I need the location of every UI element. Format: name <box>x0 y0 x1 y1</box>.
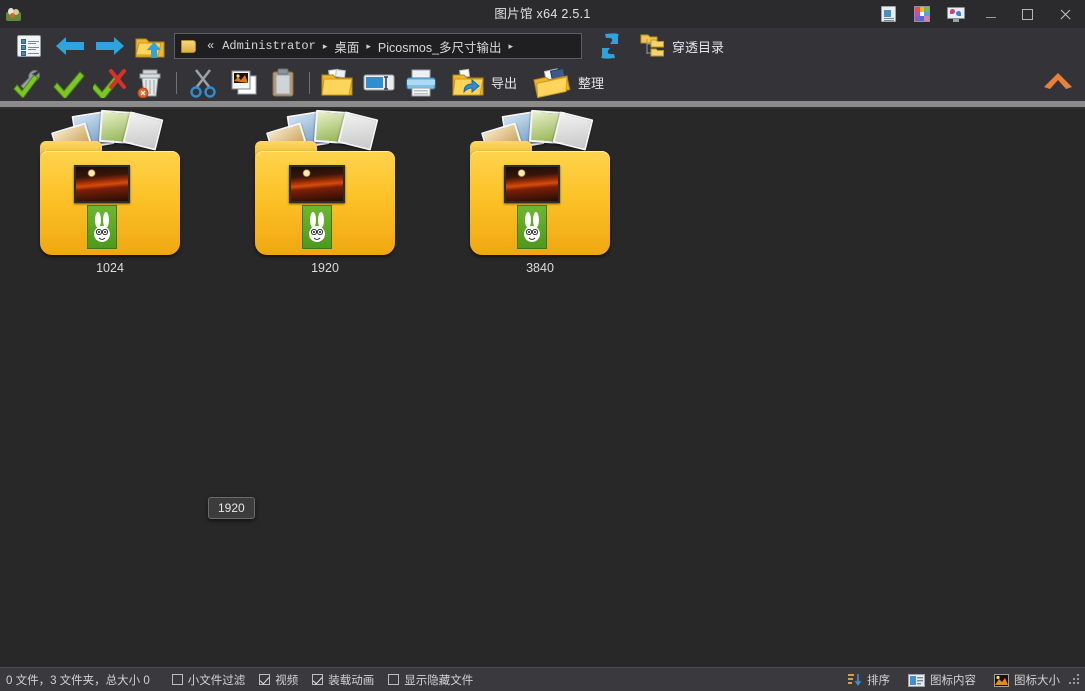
toolbar-divider <box>0 101 1085 109</box>
export-label: 导出 <box>491 76 518 91</box>
checkbox-show-hidden-files[interactable]: 显示隐藏文件 <box>388 672 473 688</box>
app-icon <box>0 0 26 28</box>
title-bar: 图片馆 x64 2.5.1 <box>0 0 1085 28</box>
export-button[interactable]: 导出 <box>450 67 517 99</box>
color-palette-icon[interactable] <box>905 0 939 28</box>
toolbar-row-actions: 导出 整理 <box>0 64 1085 101</box>
checkbox-video[interactable]: 视频 <box>259 672 298 688</box>
list-item[interactable]: 1024 <box>20 109 200 275</box>
toolbar-separator <box>309 71 310 94</box>
icon-size-button[interactable]: 图标大小 <box>985 672 1069 688</box>
icon-size-label: 图标大小 <box>1014 675 1060 687</box>
chevron-right-icon: ▸ <box>508 40 514 51</box>
select-tools-icon[interactable] <box>10 68 50 98</box>
breadcrumb-prefix: « <box>207 39 215 53</box>
window-controls <box>871 0 1085 28</box>
checkbox-label: 装载动画 <box>328 674 375 687</box>
rename-icon[interactable] <box>358 68 400 98</box>
list-item[interactable]: 1920 <box>235 109 415 275</box>
sort-label: 排序 <box>867 675 890 687</box>
paste-icon[interactable] <box>263 68 303 98</box>
sort-button[interactable]: 排序 <box>838 672 899 688</box>
recursive-directory-label: 穿透目录 <box>672 39 725 55</box>
up-directory-button[interactable] <box>130 30 170 62</box>
sort-icon <box>848 674 862 686</box>
file-canvas[interactable]: 1024 1920 3840 1920 <box>0 109 1085 667</box>
checkbox-label: 小文件过滤 <box>187 674 246 687</box>
folder-thumbnail-icon <box>245 109 405 257</box>
properties-button[interactable] <box>8 30 50 62</box>
copy-icon[interactable] <box>223 68 263 98</box>
drag-tooltip: 1920 <box>208 497 255 519</box>
item-label: 3840 <box>526 261 554 275</box>
checkbox-load-animation[interactable]: 装载动画 <box>312 672 374 688</box>
status-right-group: 排序 图标内容 图标大小 <box>838 668 1085 691</box>
breadcrumb-item-current[interactable]: Picosmos_多尺寸输出 <box>374 37 506 56</box>
breadcrumb-item-user[interactable]: Administrator <box>218 39 320 53</box>
forward-button[interactable] <box>90 30 130 62</box>
delete-icon[interactable] <box>130 68 170 98</box>
new-folder-icon[interactable] <box>316 68 358 98</box>
collapse-toolbar-button[interactable] <box>1041 66 1075 96</box>
folder-thumbnail-icon <box>30 109 190 257</box>
checkbox-label: 视频 <box>275 674 299 687</box>
checkbox-box[interactable] <box>171 674 183 685</box>
item-label: 1920 <box>311 261 339 275</box>
chevron-right-icon: ▸ <box>366 40 371 51</box>
organize-label: 整理 <box>578 76 605 91</box>
document-info-icon[interactable] <box>871 0 905 28</box>
organize-button[interactable]: 整理 <box>533 67 604 99</box>
path-breadcrumb-bar[interactable]: « Administrator ▸ 桌面 ▸ Picosmos_多尺寸输出 ▸ <box>174 33 582 59</box>
thumbnail-image-rabbit <box>87 205 117 249</box>
close-button[interactable] <box>1045 0 1085 28</box>
folder-thumbnail-icon <box>460 109 620 257</box>
cut-icon[interactable] <box>183 68 223 98</box>
select-all-icon[interactable] <box>50 68 90 98</box>
breadcrumb-item-desktop[interactable]: 桌面 <box>330 37 363 56</box>
chevron-right-icon: ▸ <box>322 40 328 51</box>
screen-capture-icon[interactable] <box>939 0 973 28</box>
toolbar-separator <box>176 71 177 94</box>
refresh-button[interactable] <box>588 30 632 62</box>
folder-icon <box>181 39 196 53</box>
checkbox-box[interactable] <box>312 674 324 685</box>
toolbar: « Administrator ▸ 桌面 ▸ Picosmos_多尺寸输出 ▸ <box>0 28 1085 101</box>
icon-size-icon <box>994 673 1009 687</box>
status-filter-group: 小文件过滤 视频 装载动画 显示隐藏文件 <box>171 672 473 688</box>
maximize-button[interactable] <box>1009 0 1045 28</box>
thumbnail-image-lava <box>289 165 345 203</box>
checkbox-box[interactable] <box>259 674 271 685</box>
item-label: 1024 <box>96 261 124 275</box>
toolbar-row-navigation: « Administrator ▸ 桌面 ▸ Picosmos_多尺寸输出 ▸ <box>0 28 1085 64</box>
thumbnail-image-rabbit <box>302 205 332 249</box>
icon-content-label: 图标内容 <box>930 675 976 687</box>
icon-content-icon <box>908 673 925 687</box>
checkbox-label: 显示隐藏文件 <box>404 674 474 687</box>
resize-grip[interactable] <box>1069 674 1081 686</box>
icon-content-button[interactable]: 图标内容 <box>899 672 985 688</box>
print-icon[interactable] <box>400 68 442 98</box>
recursive-directory-button[interactable]: 穿透目录 <box>640 30 724 62</box>
list-item[interactable]: 3840 <box>450 109 630 275</box>
thumbnail-image-lava <box>504 165 560 203</box>
checkbox-small-file-filter[interactable]: 小文件过滤 <box>171 672 246 688</box>
checkbox-box[interactable] <box>388 674 400 685</box>
minimize-button[interactable] <box>973 0 1009 28</box>
thumbnail-image-lava <box>74 165 130 203</box>
status-summary: 0 文件，3 文件夹，总大小 0 <box>6 674 150 687</box>
back-button[interactable] <box>50 30 90 62</box>
deselect-icon[interactable] <box>90 68 130 98</box>
status-bar: 0 文件，3 文件夹，总大小 0 小文件过滤 视频 装载动画 显示隐藏文件 排序… <box>0 667 1085 691</box>
thumbnail-image-rabbit <box>517 205 547 249</box>
